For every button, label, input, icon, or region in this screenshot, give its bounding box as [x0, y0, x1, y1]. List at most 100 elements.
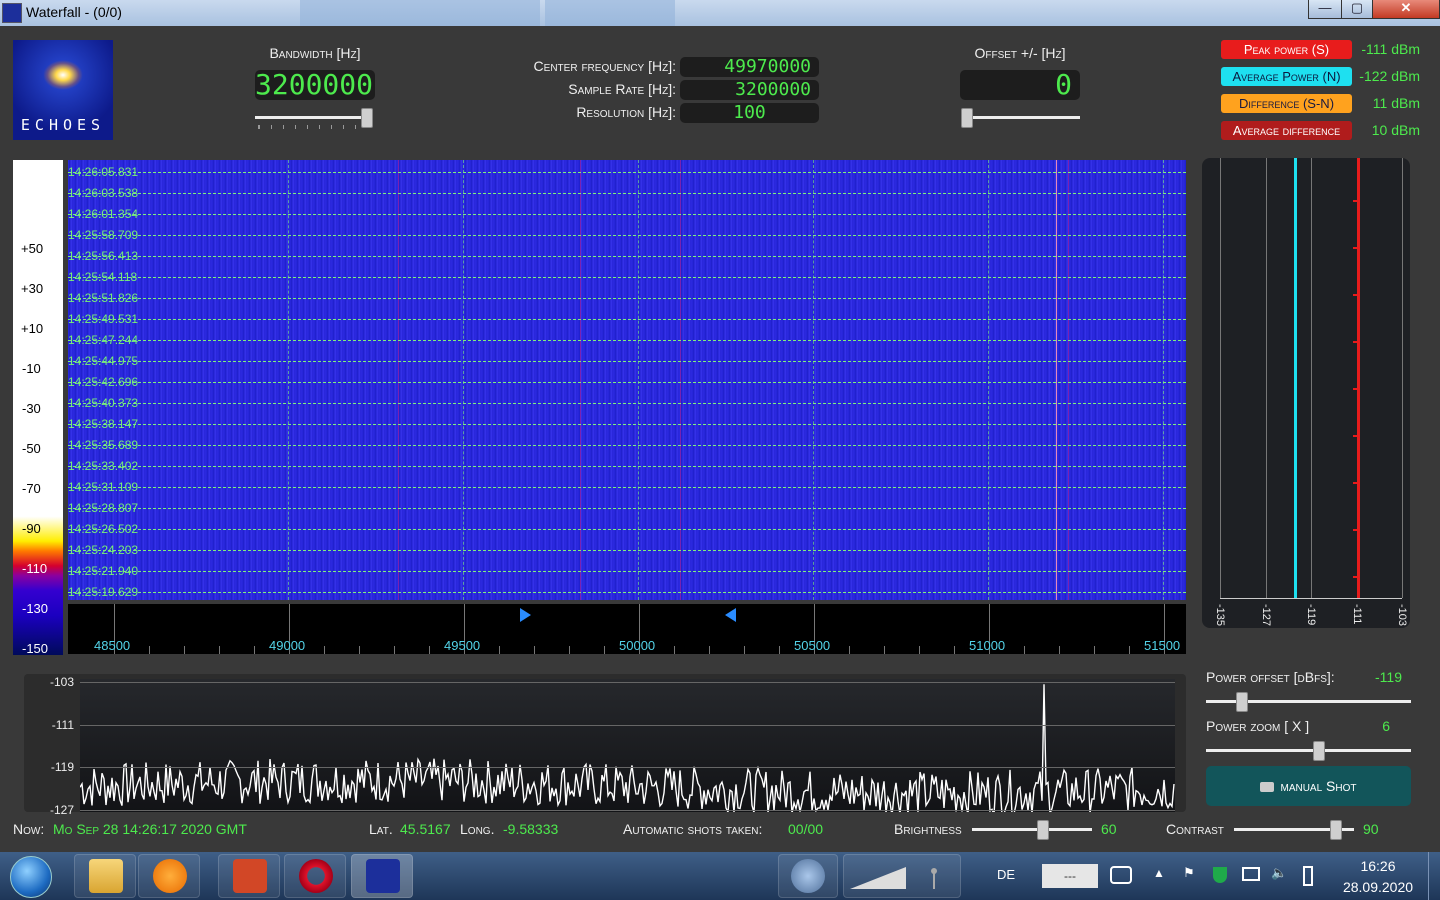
indicator-badge: Average difference: [1221, 121, 1352, 140]
peak-tick: [1352, 294, 1357, 296]
waterfall-timestamp: 14:26:01.354: [68, 207, 139, 221]
waterfall-row-line: [68, 592, 1186, 593]
clock-date[interactable]: 28.09.2020: [1338, 879, 1418, 895]
automatic-shots-label: Automatic shots taken:: [623, 821, 763, 837]
bandwidth-slider-track[interactable]: [255, 116, 370, 119]
frequency-minor-tick: [954, 646, 955, 654]
frequency-minor-tick: [569, 646, 570, 654]
waterfall-timestamp: 14:25:54.118: [68, 270, 138, 284]
meteor-flare-icon: [43, 60, 83, 90]
waterfall-grid-line: [1163, 160, 1164, 600]
power-offset-slider-knob[interactable]: [1236, 692, 1248, 712]
powerpoint-taskbar-button[interactable]: [218, 854, 280, 898]
waterfall-timestamp: 14:26:05.831: [68, 165, 139, 179]
frequency-minor-tick: [534, 646, 535, 654]
resolution-display: 100: [680, 103, 819, 123]
battery-icon[interactable]: [1303, 866, 1313, 886]
minimize-button[interactable]: —: [1308, 0, 1342, 19]
color-scale-label: -70: [22, 481, 41, 496]
signal-bars-icon: [850, 867, 906, 889]
frequency-minor-tick: [394, 646, 395, 654]
waterfall-timestamp: 14:25:24.203: [68, 543, 139, 557]
waterfall-timestamp: 14:25:47.244: [68, 333, 139, 347]
folder-icon: [89, 859, 123, 893]
peak-tick: [1352, 576, 1357, 578]
waterfall-marker-line: [1056, 160, 1057, 600]
frequency-minor-tick: [674, 646, 675, 654]
color-scale-label: -50: [22, 441, 41, 456]
media-player-icon: [153, 859, 187, 893]
manual-shot-button[interactable]: manual Shot: [1206, 766, 1411, 806]
antenna-icon: [931, 868, 937, 889]
color-scale-label: +50: [21, 241, 44, 256]
bandwidth-slider-ticks: [258, 125, 367, 129]
waterfall-timestamp: 14:25:26.502: [68, 522, 139, 536]
opera-icon: [299, 859, 333, 893]
left-bandwidth-marker-icon[interactable]: [518, 607, 532, 623]
offset-slider-track[interactable]: [962, 116, 1080, 119]
frequency-minor-tick: [1094, 646, 1095, 654]
power-offset-label: Power offset [dBfs]:: [1206, 669, 1335, 685]
contrast-slider-knob[interactable]: [1330, 820, 1342, 840]
frequency-minor-tick: [744, 646, 745, 654]
flag-icon[interactable]: ⚑: [1183, 865, 1195, 881]
explorer-taskbar-button[interactable]: [74, 854, 136, 898]
waterfall-row-line: [68, 550, 1186, 551]
volume-icon[interactable]: 🔈: [1271, 865, 1287, 881]
shield-icon[interactable]: [1213, 867, 1227, 883]
peak-tick: [1352, 388, 1357, 390]
waterfall-signal-line: [398, 160, 399, 600]
echoes-taskbar-button[interactable]: [351, 854, 413, 898]
waterfall-row-line: [68, 298, 1186, 299]
frequency-minor-tick: [184, 646, 185, 654]
network-app-taskbar-button[interactable]: [778, 854, 838, 898]
signal-widget[interactable]: [843, 854, 961, 898]
longitude-value: -9.58333: [503, 821, 559, 837]
windows-logo-icon: [10, 856, 52, 898]
waterfall-row-line: [68, 214, 1186, 215]
average-power-line: [1293, 158, 1297, 598]
waterfall-timestamp: 14:25:21.940: [68, 564, 139, 578]
brightness-slider-track[interactable]: [972, 828, 1092, 831]
color-scale-label: -10: [22, 361, 41, 376]
taskbar-search-box[interactable]: ---: [1042, 864, 1098, 888]
brightness-slider-knob[interactable]: [1037, 820, 1049, 840]
plug-icon[interactable]: [1110, 866, 1132, 884]
now-label: Now:: [13, 821, 45, 837]
maximize-button[interactable]: ▢: [1341, 0, 1373, 19]
frequency-label: 49500: [444, 638, 481, 653]
frequency-axis[interactable]: 48500 49000 49500 50000 50500 51000 51500: [68, 604, 1186, 654]
waterfall-timestamp: 14:25:42.696: [68, 375, 139, 389]
taskbar: DE --- ▲ ⚑ 🔈 16:26 28.09.2020: [0, 852, 1440, 900]
waterfall-timestamp: 14:25:56.413: [68, 249, 139, 263]
show-desktop-button[interactable]: [1428, 852, 1440, 900]
frequency-minor-tick: [324, 646, 325, 654]
start-button[interactable]: [2, 854, 58, 898]
power-zoom-slider-knob[interactable]: [1313, 741, 1325, 761]
background-window-ghost: [545, 0, 675, 26]
show-hidden-icons-icon[interactable]: ▲: [1153, 866, 1165, 880]
offset-slider-knob[interactable]: [961, 108, 973, 128]
language-indicator[interactable]: DE: [997, 867, 1015, 882]
power-zoom-slider-track[interactable]: [1206, 749, 1411, 752]
frequency-minor-tick: [499, 646, 500, 654]
waterfall-row-line: [68, 256, 1186, 257]
media-player-taskbar-button[interactable]: [138, 854, 200, 898]
close-button[interactable]: ✕: [1372, 0, 1440, 19]
power-zoom-value: 6: [1382, 718, 1390, 734]
spectrum-y-label: -119: [50, 760, 74, 775]
right-bandwidth-marker-icon[interactable]: [723, 607, 737, 623]
window-title: Waterfall - (0/0): [26, 4, 122, 20]
power-meter-label: -103: [1396, 604, 1408, 627]
opera-taskbar-button[interactable]: [284, 854, 346, 898]
spectrum-line: [80, 684, 1175, 812]
network-icon[interactable]: [1242, 867, 1260, 881]
power-meter-label: -119: [1305, 604, 1317, 626]
waterfall-row-line: [68, 403, 1186, 404]
waterfall-row-line: [68, 172, 1186, 173]
clock-time[interactable]: 16:26: [1343, 858, 1413, 874]
waterfall-timestamp: 14:25:31.109: [68, 480, 139, 494]
waterfall-grid-line: [813, 160, 814, 600]
waterfall-display[interactable]: 14:26:05.831 14:26:03.538 14:26:01.354 14:2…: [68, 160, 1186, 600]
sample-rate-label: Sample Rate [Hz]:: [568, 81, 676, 97]
